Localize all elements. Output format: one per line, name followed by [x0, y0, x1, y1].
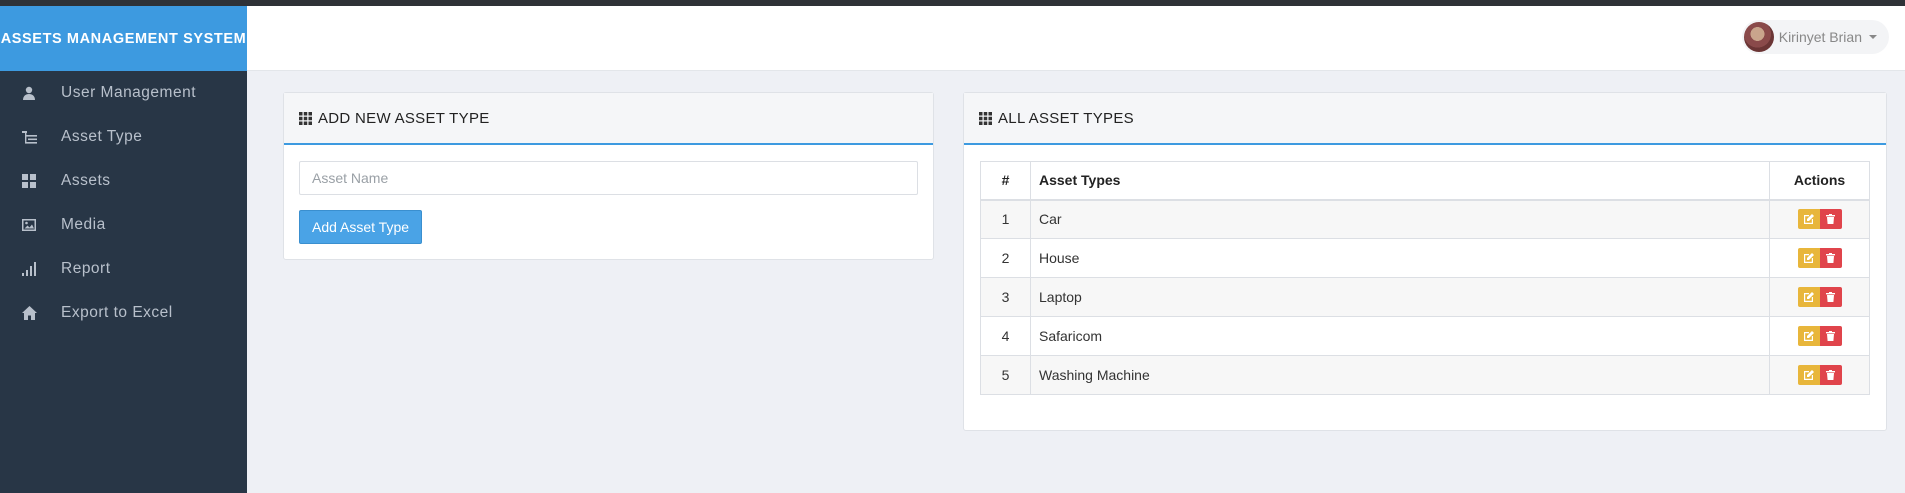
asset-type-name: Safaricom [1030, 316, 1770, 356]
trash-icon [1826, 290, 1835, 305]
table-row: 4 Safaricom [980, 316, 1870, 356]
user-menu-dropdown[interactable]: Kirinyet Brian [1741, 20, 1889, 54]
th-large-icon [19, 173, 39, 189]
asset-type-name: Laptop [1030, 277, 1770, 317]
edit-icon [1803, 290, 1814, 305]
sidebar-item-export-to-excel[interactable]: Export to Excel [0, 291, 247, 335]
list-tree-icon [19, 129, 39, 145]
table-row: 3 Laptop [980, 277, 1870, 317]
table-row: 5 Washing Machine [980, 355, 1870, 395]
sidebar-item-report[interactable]: Report [0, 247, 247, 291]
panel-title: ADD NEW ASSET TYPE [318, 109, 490, 127]
column-header-actions: Actions [1769, 161, 1870, 201]
delete-button[interactable] [1819, 365, 1842, 385]
table-header-row: # Asset Types Actions [980, 161, 1870, 201]
edit-icon [1803, 212, 1814, 227]
all-asset-types-panel: ALL ASSET TYPES # Asset Types Actions 1 … [963, 92, 1887, 431]
row-actions [1769, 316, 1870, 356]
asset-name-input[interactable] [299, 161, 918, 195]
delete-button[interactable] [1819, 287, 1842, 307]
sidebar-item-asset-type[interactable]: Asset Type [0, 115, 247, 159]
asset-types-table: # Asset Types Actions 1 Car 2 House 3 La… [980, 161, 1870, 395]
trash-icon [1826, 212, 1835, 227]
edit-button[interactable] [1797, 326, 1820, 346]
sidebar-item-user-management[interactable]: User Management [0, 71, 247, 115]
column-header-number: # [980, 161, 1031, 201]
row-actions [1769, 199, 1870, 239]
trash-icon [1826, 368, 1835, 383]
brand-title[interactable]: ASSETS MANAGEMENT SYSTEM [0, 6, 247, 71]
table-row: 2 House [980, 238, 1870, 278]
sidebar-item-label: User Management [61, 84, 197, 101]
panel-title: ALL ASSET TYPES [998, 109, 1134, 127]
column-header-asset-types: Asset Types [1030, 161, 1770, 201]
asset-type-name: Car [1030, 199, 1770, 239]
grid-icon [299, 111, 312, 125]
delete-button[interactable] [1819, 209, 1842, 230]
edit-button[interactable] [1797, 287, 1820, 307]
caret-down-icon [1869, 35, 1877, 39]
trash-icon [1826, 329, 1835, 344]
sidebar: ASSETS MANAGEMENT SYSTEM User Management… [0, 6, 247, 493]
delete-button[interactable] [1819, 326, 1842, 346]
sidebar-menu: User Management Asset Type Assets Media … [0, 71, 247, 335]
home-icon [19, 305, 39, 321]
user-icon [19, 85, 39, 101]
panel-header: ALL ASSET TYPES [964, 93, 1886, 145]
sidebar-item-label: Assets [61, 172, 111, 189]
row-number: 4 [980, 316, 1031, 356]
sidebar-item-label: Report [61, 260, 111, 277]
sidebar-item-label: Media [61, 216, 106, 233]
sidebar-item-label: Export to Excel [61, 304, 173, 321]
row-number: 2 [980, 238, 1031, 278]
signal-bars-icon [19, 261, 39, 277]
user-name: Kirinyet Brian [1778, 29, 1862, 45]
edit-icon [1803, 329, 1814, 344]
add-asset-type-panel: ADD NEW ASSET TYPE Add Asset Type [283, 92, 934, 260]
sidebar-item-assets[interactable]: Assets [0, 159, 247, 203]
row-number: 5 [980, 355, 1031, 395]
trash-icon [1826, 251, 1835, 266]
asset-type-name: Washing Machine [1030, 355, 1770, 395]
add-asset-type-button[interactable]: Add Asset Type [299, 210, 422, 244]
edit-button[interactable] [1797, 248, 1820, 268]
edit-button[interactable] [1797, 365, 1820, 385]
row-number: 3 [980, 277, 1031, 317]
panel-header: ADD NEW ASSET TYPE [284, 93, 933, 145]
row-actions [1769, 355, 1870, 395]
edit-icon [1803, 251, 1814, 266]
top-header: Kirinyet Brian [247, 6, 1905, 71]
delete-button[interactable] [1819, 248, 1842, 268]
row-number: 1 [980, 199, 1031, 239]
table-row: 1 Car [980, 199, 1870, 239]
avatar [1743, 22, 1774, 52]
grid-icon [979, 111, 992, 125]
row-actions [1769, 277, 1870, 317]
picture-icon [19, 217, 39, 233]
edit-button[interactable] [1797, 209, 1820, 230]
edit-icon [1803, 368, 1814, 383]
sidebar-item-media[interactable]: Media [0, 203, 247, 247]
sidebar-item-label: Asset Type [61, 128, 143, 145]
row-actions [1769, 238, 1870, 278]
asset-type-name: House [1030, 238, 1770, 278]
